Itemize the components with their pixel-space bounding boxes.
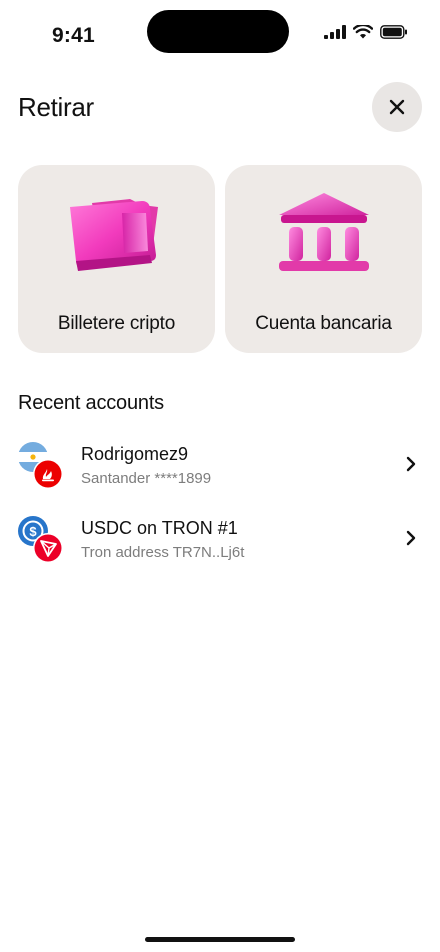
chevron-right-icon bbox=[406, 530, 416, 546]
avatar: $ bbox=[18, 516, 66, 564]
status-bar: 9:41 bbox=[0, 0, 440, 70]
close-icon bbox=[389, 99, 405, 115]
account-row-usdc-tron[interactable]: $ USDC on TRON #1 Tron address TR7N..Lj6… bbox=[0, 504, 440, 578]
bank-account-option[interactable]: Cuenta bancaria bbox=[225, 165, 422, 353]
santander-icon bbox=[33, 459, 63, 489]
battery-icon bbox=[380, 25, 407, 39]
tron-icon bbox=[33, 533, 63, 563]
page-title: Retirar bbox=[18, 92, 94, 122]
account-name: USDC on TRON #1 bbox=[81, 518, 238, 538]
card-art bbox=[225, 189, 422, 289]
account-detail: Tron address TR7N..Lj6t bbox=[81, 544, 245, 561]
status-time: 9:41 bbox=[52, 24, 95, 47]
chevron-right-icon bbox=[406, 456, 416, 472]
header: Retirar bbox=[18, 82, 422, 134]
signal-icon bbox=[324, 25, 346, 39]
home-indicator bbox=[145, 937, 295, 942]
crypto-wallet-label: Billetere cripto bbox=[57, 313, 176, 334]
close-button[interactable] bbox=[372, 82, 422, 132]
status-icons bbox=[324, 25, 408, 39]
recent-accounts-list: Rodrigomez9 Santander ****1899 $ USDC on… bbox=[0, 430, 440, 578]
withdraw-options: Billetere cripto Cuenta bancaria bbox=[18, 165, 422, 353]
dynamic-island bbox=[147, 10, 289, 53]
crypto-wallet-option[interactable]: Billetere cripto bbox=[18, 165, 215, 353]
wallet-icon bbox=[69, 199, 158, 271]
bank-account-label: Cuenta bancaria bbox=[255, 313, 392, 334]
wifi-icon bbox=[353, 25, 373, 39]
account-row-rodrigomez9[interactable]: Rodrigomez9 Santander ****1899 bbox=[0, 430, 440, 504]
recent-accounts-title: Recent accounts bbox=[18, 392, 164, 414]
avatar bbox=[18, 442, 66, 490]
account-name: Rodrigomez9 bbox=[81, 444, 189, 464]
card-art bbox=[18, 189, 215, 289]
account-detail: Santander ****1899 bbox=[81, 470, 212, 487]
bank-icon bbox=[278, 193, 369, 271]
